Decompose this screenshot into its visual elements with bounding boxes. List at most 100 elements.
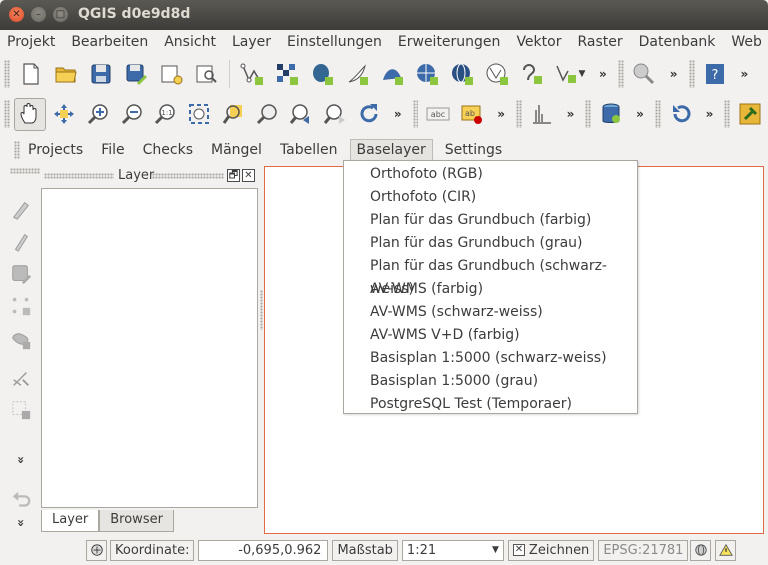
- refresh-icon[interactable]: [353, 98, 385, 131]
- menu-item-orthofoto-rgb[interactable]: Orthofoto (RGB): [344, 163, 637, 186]
- new-print-composer-icon[interactable]: [154, 58, 187, 91]
- toolbar-grip[interactable]: [4, 60, 10, 88]
- close-panel-icon[interactable]: ✕: [242, 169, 255, 182]
- plugin-icon[interactable]: [734, 98, 766, 131]
- help-icon[interactable]: ?: [699, 58, 732, 91]
- menu-erweiterungen[interactable]: Erweiterungen: [398, 34, 501, 50]
- toolbar-grip[interactable]: [10, 168, 40, 174]
- menu-item-orthofoto-cir[interactable]: Orthofoto (CIR): [344, 186, 637, 209]
- composer-manager-icon[interactable]: [189, 58, 222, 91]
- toolbar-grip[interactable]: [515, 100, 522, 128]
- toolbar-overflow-button[interactable]: »: [670, 67, 678, 81]
- label-icon[interactable]: abc: [422, 98, 454, 131]
- plugin-menu-tabellen[interactable]: Tabellen: [274, 140, 344, 160]
- menu-item-postgresql-test[interactable]: PostgreSQL Test (Temporaer): [344, 393, 637, 416]
- menu-item-avwms-vd-farbig[interactable]: AV-WMS V+D (farbig): [344, 324, 637, 347]
- toolbar-grip[interactable]: [724, 100, 731, 128]
- maximize-window-button[interactable]: □: [53, 7, 68, 22]
- menu-web[interactable]: Web: [731, 34, 762, 50]
- label-pin-icon[interactable]: ab: [456, 98, 488, 131]
- menu-item-grundbuch-farbig[interactable]: Plan für das Grundbuch (farbig): [344, 209, 637, 232]
- menu-datenbank[interactable]: Datenbank: [639, 34, 716, 50]
- more-icon[interactable]: »: [11, 446, 31, 474]
- toolbar-overflow-button[interactable]: »: [741, 67, 749, 81]
- chevron-down-icon[interactable]: ▼: [579, 69, 586, 79]
- menu-einstellungen[interactable]: Einstellungen: [287, 34, 382, 50]
- plugin-menu-checks[interactable]: Checks: [137, 140, 199, 160]
- digitize-icon[interactable]: [7, 196, 35, 224]
- identify-icon[interactable]: [628, 58, 661, 91]
- add-wfs-layer-icon[interactable]: [480, 58, 513, 91]
- splitter-handle[interactable]: [260, 290, 263, 330]
- plugin-menu-file[interactable]: File: [95, 140, 130, 160]
- panel-grip[interactable]: [152, 173, 224, 179]
- plugin-menu-projects[interactable]: Projects: [22, 140, 89, 160]
- chevron-down-icon[interactable]: ▼: [492, 545, 499, 555]
- add-wms-layer-icon[interactable]: [410, 58, 443, 91]
- db-manager-icon[interactable]: [595, 98, 627, 131]
- menu-ansicht[interactable]: Ansicht: [164, 34, 216, 50]
- edit-pencil-icon[interactable]: [7, 228, 35, 256]
- layer-tree[interactable]: [41, 188, 258, 508]
- add-feature-icon[interactable]: [7, 292, 35, 320]
- save-edits-icon[interactable]: [7, 260, 35, 288]
- minimize-window-button[interactable]: –: [31, 7, 46, 22]
- move-feature-icon[interactable]: [7, 326, 35, 354]
- toolbar-overflow-button[interactable]: »: [599, 67, 607, 81]
- zoom-out-icon[interactable]: [116, 98, 148, 131]
- menu-layer[interactable]: Layer: [232, 34, 271, 50]
- zoom-to-selection-icon[interactable]: [217, 98, 249, 131]
- menu-item-basisplan-sw[interactable]: Basisplan 1:5000 (schwarz-weiss): [344, 347, 637, 370]
- add-delimited-text-icon[interactable]: [515, 58, 548, 91]
- projection-icon[interactable]: [690, 539, 712, 561]
- float-panel-icon[interactable]: 🗗: [227, 169, 240, 182]
- render-toggle[interactable]: ✕ Zeichnen: [507, 539, 595, 561]
- add-mssql-layer-icon[interactable]: [375, 58, 408, 91]
- zoom-last-icon[interactable]: [285, 98, 317, 131]
- panel-grip[interactable]: [44, 173, 114, 179]
- add-spatialite-layer-icon[interactable]: [340, 58, 373, 91]
- zoom-full-icon[interactable]: [183, 98, 215, 131]
- warning-icon[interactable]: [715, 539, 737, 561]
- menu-bearbeiten[interactable]: Bearbeiten: [71, 34, 148, 50]
- toolbar-overflow-button[interactable]: »: [394, 107, 402, 121]
- plugin-menu-maengel[interactable]: Mängel: [205, 140, 268, 160]
- node-tool-icon[interactable]: [7, 364, 35, 392]
- plugin-menu-baselayer[interactable]: Baselayer: [349, 139, 433, 161]
- toolbar-overflow-button[interactable]: »: [497, 107, 505, 121]
- close-window-button[interactable]: ✕: [9, 7, 24, 22]
- toolbar-grip[interactable]: [654, 100, 661, 128]
- new-layer-dropdown-icon[interactable]: ▼: [550, 58, 590, 91]
- toolbar-overflow-button[interactable]: »: [636, 107, 644, 121]
- toolbar-grip[interactable]: [617, 60, 624, 88]
- render-checkbox[interactable]: ✕: [512, 544, 525, 556]
- scale-combobox[interactable]: 1:21 ▼: [401, 539, 504, 561]
- toolbar-grip[interactable]: [585, 100, 592, 128]
- more-icon[interactable]: »: [11, 509, 31, 537]
- save-project-icon[interactable]: [84, 58, 117, 91]
- toolbar-overflow-button[interactable]: »: [706, 107, 714, 121]
- epsg-button[interactable]: EPSG:21781: [598, 539, 689, 561]
- toolbar-overflow-button[interactable]: »: [567, 107, 575, 121]
- add-wcs-layer-icon[interactable]: [445, 58, 478, 91]
- menu-raster[interactable]: Raster: [577, 34, 622, 50]
- pan-to-selection-icon[interactable]: [48, 98, 80, 131]
- toolbar-grip[interactable]: [14, 141, 20, 159]
- tab-browser[interactable]: Browser: [99, 510, 174, 532]
- add-vector-layer-icon[interactable]: [235, 58, 268, 91]
- histogram-icon[interactable]: [526, 98, 558, 131]
- toolbar-grip[interactable]: [4, 100, 10, 128]
- undo-plugin-icon[interactable]: [665, 98, 697, 131]
- menu-item-grundbuch-sw[interactable]: Plan für das Grundbuch (schwarz-weiss): [344, 255, 637, 297]
- new-project-icon[interactable]: [14, 58, 47, 91]
- save-as-icon[interactable]: [119, 58, 152, 91]
- add-postgis-layer-icon[interactable]: [305, 58, 338, 91]
- menu-item-basisplan-grau[interactable]: Basisplan 1:5000 (grau): [344, 370, 637, 393]
- add-raster-layer-icon[interactable]: [270, 58, 303, 91]
- toolbar-grip[interactable]: [412, 100, 419, 128]
- zoom-to-layer-icon[interactable]: [251, 98, 283, 131]
- pan-icon[interactable]: [13, 97, 46, 131]
- zoom-actual-size-icon[interactable]: 1:1: [149, 98, 181, 131]
- toolbar-grip[interactable]: [688, 60, 695, 88]
- zoom-in-icon[interactable]: [82, 98, 114, 131]
